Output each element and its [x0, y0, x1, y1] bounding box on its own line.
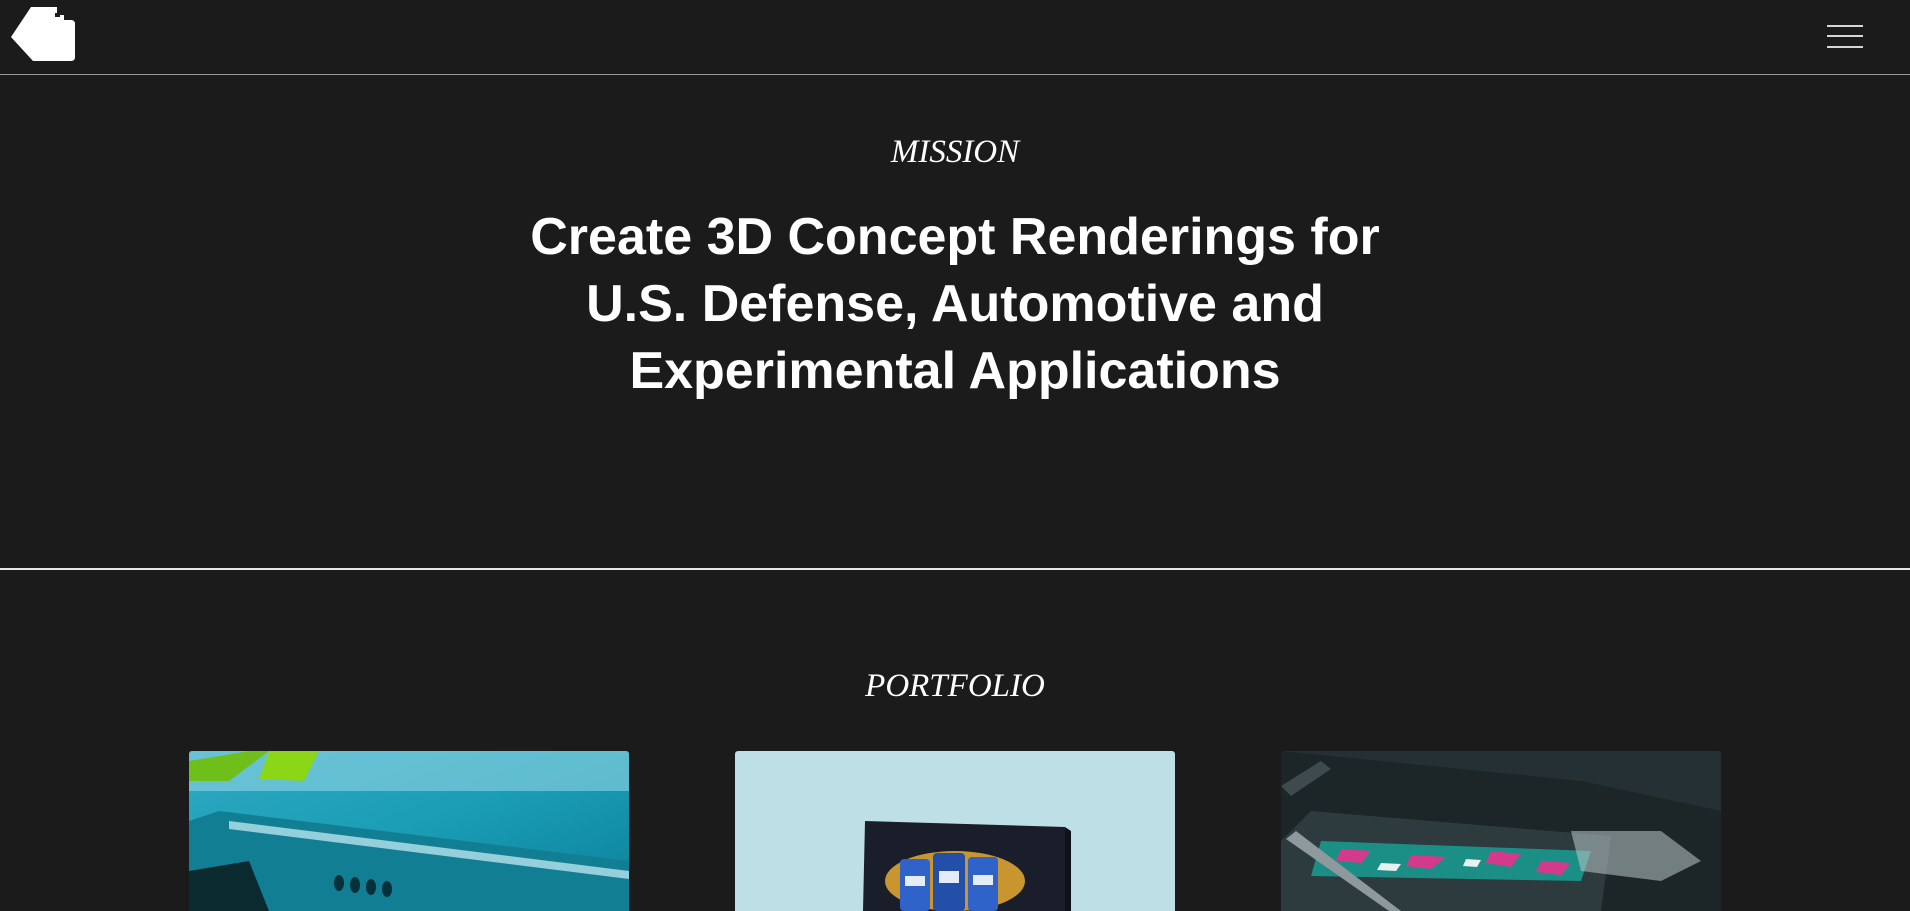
top-bar: [0, 0, 1910, 75]
teal-aircraft-render-image: [189, 751, 629, 911]
logo-shape-icon[interactable]: [11, 7, 77, 61]
mission-label: MISSION: [890, 134, 1020, 170]
hamburger-menu-icon[interactable]: [1825, 22, 1867, 52]
headline-line-3: Experimental Applications: [629, 342, 1281, 400]
camo-vehicle-render-image: [1281, 751, 1721, 911]
portfolio-item-camo-vehicle[interactable]: [1281, 751, 1721, 911]
mission-headline: Create 3D Concept Renderings for U.S. De…: [455, 204, 1455, 405]
portfolio-item-teal-aircraft[interactable]: [189, 751, 629, 911]
headline-line-2: U.S. Defense, Automotive and: [586, 275, 1324, 333]
headline-line-1: Create 3D Concept Renderings for: [530, 208, 1380, 266]
mission-section: MISSION Create 3D Concept Renderings for…: [0, 76, 1910, 570]
beer-can-poster-render-image: [735, 751, 1175, 911]
portfolio-item-beer-poster[interactable]: [735, 751, 1175, 911]
portfolio-label: PORTFOLIO: [865, 668, 1045, 704]
